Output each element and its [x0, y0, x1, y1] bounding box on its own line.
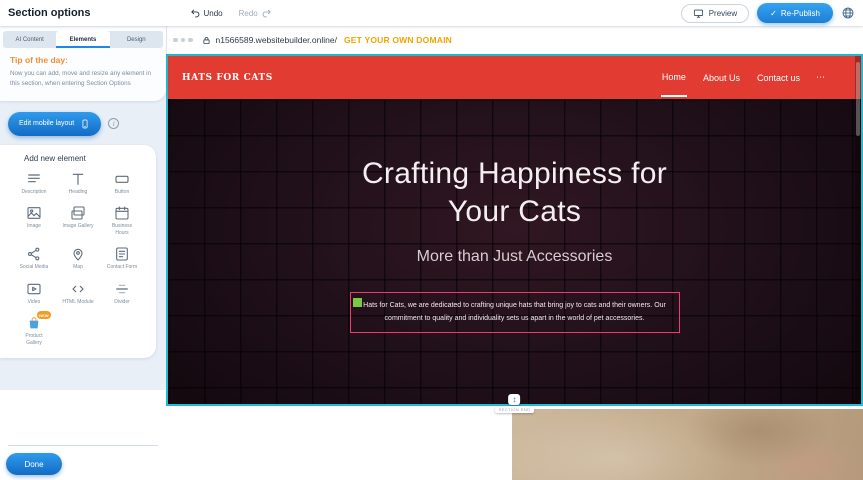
scrollbar-thumb[interactable]	[856, 62, 860, 136]
element-business-hours[interactable]: Business Hours	[100, 205, 144, 236]
tip-of-the-day: Tip of the day: Now you can add, move an…	[0, 48, 166, 91]
sidebar-divider	[8, 445, 158, 446]
site-logo[interactable]: HATS FOR CATS	[182, 73, 273, 83]
hero-paragraph: Hats for Cats, we are dedicated to craft…	[361, 299, 669, 326]
tab-elements[interactable]: Elements	[56, 31, 109, 48]
window-dots	[173, 38, 193, 43]
html-module-icon	[70, 281, 86, 297]
divider-icon	[114, 281, 130, 297]
element-video[interactable]: Video	[12, 281, 56, 306]
element-social-media[interactable]: Social Media	[12, 246, 56, 271]
description-icon	[26, 171, 42, 187]
nav-about-us[interactable]: About Us	[702, 60, 741, 96]
selected-section[interactable]: HATS FOR CATS Home About Us Contact us ⋯…	[166, 54, 863, 406]
element-button[interactable]: Button	[100, 171, 144, 196]
republish-button[interactable]: ✓ Re-Publish	[757, 3, 833, 23]
section-handle-label: SECTION END	[495, 406, 535, 413]
tip-title: Tip of the day:	[10, 55, 156, 65]
video-icon	[26, 281, 42, 297]
undo-icon	[190, 8, 201, 19]
redo-icon	[261, 8, 272, 19]
info-icon[interactable]: i	[108, 118, 119, 129]
new-badge: NEW	[37, 311, 51, 319]
mobile-layout-row: Edit mobile layout i	[8, 112, 158, 136]
site-header: HATS FOR CATS Home About Us Contact us ⋯	[168, 56, 861, 99]
tab-design[interactable]: Design	[110, 31, 163, 48]
nav-more-icon[interactable]: ⋯	[816, 72, 825, 83]
preview-button[interactable]: Preview	[681, 4, 749, 23]
edit-mobile-layout-label: Edit mobile layout	[19, 120, 74, 127]
tab-ai-content[interactable]: AI Content	[3, 31, 56, 48]
sidebar-top-card: AI Content Elements Design Tip of the da…	[0, 26, 166, 101]
map-icon	[70, 246, 86, 262]
check-icon: ✓	[770, 9, 777, 18]
image-gallery-icon	[70, 205, 86, 221]
element-description[interactable]: Description	[12, 171, 56, 196]
nav-contact-us[interactable]: Contact us	[756, 60, 801, 96]
redo-label: Redo	[239, 9, 258, 18]
button-icon	[114, 171, 130, 187]
next-section-image	[512, 409, 863, 480]
heading-icon	[70, 171, 86, 187]
sidebar-tabs: AI Content Elements Design	[3, 31, 163, 48]
undo-redo-group: Undo Redo	[187, 6, 275, 21]
contact-form-icon	[114, 246, 130, 262]
window-dot	[181, 38, 186, 43]
get-domain-link[interactable]: GET YOUR OWN DOMAIN	[344, 35, 452, 45]
topbar: Section options Undo Redo Preview ✓ Re-P…	[0, 0, 863, 26]
element-html-module[interactable]: HTML Module	[56, 281, 100, 306]
language-globe-icon[interactable]	[841, 6, 855, 20]
monitor-icon	[693, 8, 704, 19]
element-drag-handle[interactable]	[353, 298, 362, 307]
below-section-area	[166, 406, 863, 480]
element-image-gallery[interactable]: Image Gallery	[56, 205, 100, 236]
page-scrollbar[interactable]	[855, 56, 861, 404]
browser-bar: n1566589.websitebuilder.online/ GET YOUR…	[166, 26, 863, 54]
phone-icon	[80, 119, 90, 129]
add-element-panel: Add new element Description Heading Butt…	[0, 145, 156, 359]
element-grid: Description Heading Button Image Image G…	[4, 171, 152, 347]
app-window: Section options Undo Redo Preview ✓ Re-P…	[0, 0, 863, 480]
site-preview: n1566589.websitebuilder.online/ GET YOUR…	[166, 26, 863, 480]
url-text: n1566589.websitebuilder.online/	[216, 35, 337, 45]
undo-label: Undo	[204, 9, 223, 18]
business-hours-icon	[114, 205, 130, 221]
add-element-title: Add new element	[24, 154, 152, 163]
site-nav: Home About Us Contact us ⋯	[661, 59, 825, 97]
image-icon	[26, 205, 42, 221]
element-contact-form[interactable]: Contact Form	[100, 246, 144, 271]
element-product-gallery[interactable]: NEW Product Gallery	[12, 315, 56, 346]
hero-subheading[interactable]: More than Just Accessories	[417, 248, 613, 266]
nav-home[interactable]: Home	[661, 59, 687, 97]
undo-button[interactable]: Undo	[187, 6, 226, 21]
edit-mobile-layout-button[interactable]: Edit mobile layout	[8, 112, 101, 136]
social-media-icon	[26, 246, 42, 262]
element-heading[interactable]: Heading	[56, 171, 100, 196]
hero-section[interactable]: Crafting Happiness for Your Cats More th…	[168, 99, 861, 404]
preview-label: Preview	[709, 9, 737, 18]
element-map[interactable]: Map	[56, 246, 100, 271]
hero-heading[interactable]: Crafting Happiness for Your Cats	[330, 155, 700, 231]
page-title: Section options	[8, 7, 91, 19]
element-divider[interactable]: Divider	[100, 281, 144, 306]
republish-label: Re-Publish	[781, 9, 820, 18]
topbar-actions: Preview ✓ Re-Publish	[681, 3, 855, 23]
window-dot	[188, 38, 193, 43]
section-resize-handle[interactable]: ↕ SECTION END	[495, 394, 535, 413]
tip-body: Now you can add, move and resize any ele…	[10, 69, 156, 89]
done-button[interactable]: Done	[6, 453, 62, 475]
resize-arrows-icon[interactable]: ↕	[509, 394, 521, 405]
lock-icon	[202, 36, 211, 45]
redo-button[interactable]: Redo	[236, 6, 275, 21]
hero-textbox[interactable]: Hats for Cats, we are dedicated to craft…	[350, 292, 680, 333]
sidebar: AI Content Elements Design Tip of the da…	[0, 26, 166, 480]
element-image[interactable]: Image	[12, 205, 56, 236]
window-dot	[173, 38, 178, 43]
